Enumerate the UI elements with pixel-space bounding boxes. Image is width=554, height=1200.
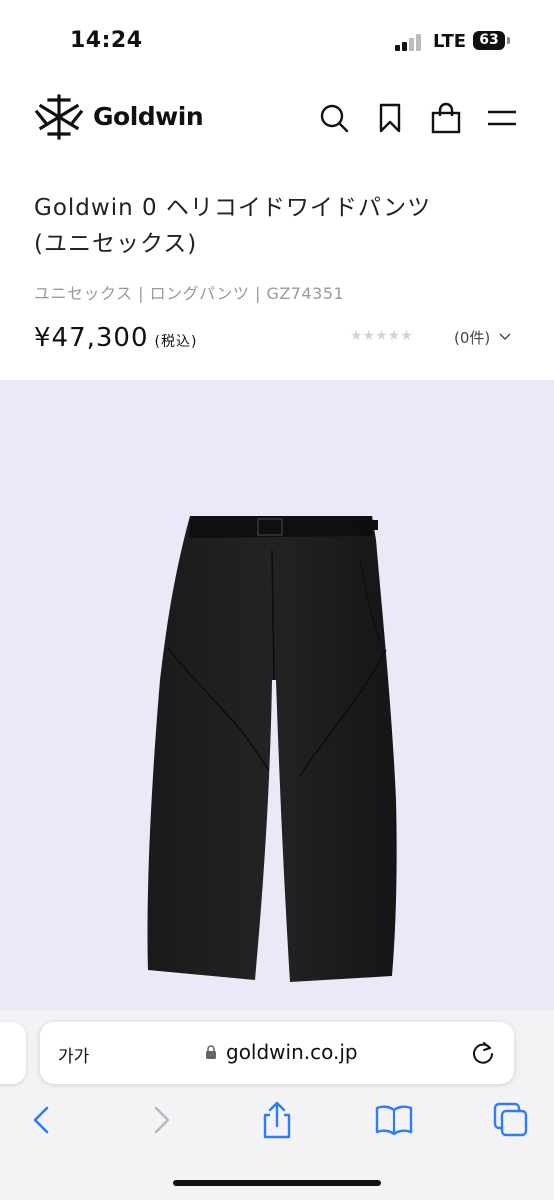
product-title: Goldwin 0 ヘリコイドワイドパンツ (ユニセックス): [34, 190, 524, 262]
previous-tab-peek[interactable]: [0, 1022, 26, 1084]
tax-note: (税込): [154, 334, 198, 350]
goldwin-logo-icon[interactable]: [34, 94, 84, 140]
search-icon[interactable]: [318, 102, 350, 134]
bag-icon[interactable]: [430, 102, 462, 134]
product-title-line2: (ユニセックス): [34, 231, 198, 257]
battery-tip: [507, 37, 510, 44]
brand-name[interactable]: Goldwin: [93, 102, 204, 131]
network-type: LTE: [433, 31, 467, 52]
reload-icon[interactable]: [470, 1040, 496, 1066]
product-price: ¥47,300 (税込): [34, 323, 197, 353]
price-value: ¥47,300: [34, 323, 149, 353]
forward-icon[interactable]: [141, 1100, 181, 1140]
product-breadcrumb[interactable]: ユニセックス | ロングパンツ | GZ74351: [34, 280, 344, 304]
rating-stars: ★★★★★: [350, 328, 413, 344]
menu-icon[interactable]: [486, 102, 518, 134]
product-title-line1: Goldwin 0 ヘリコイドワイドパンツ: [34, 195, 432, 221]
status-time: 14:24: [70, 28, 143, 53]
bookmark-icon[interactable]: [374, 102, 406, 134]
tabs-icon[interactable]: [491, 1100, 531, 1140]
home-indicator: [173, 1180, 381, 1186]
review-count-toggle[interactable]: (0件): [454, 327, 511, 348]
back-icon[interactable]: [22, 1100, 62, 1140]
address-bar[interactable]: 가가 goldwin.co.jp: [40, 1022, 514, 1084]
battery-icon: 63: [473, 31, 505, 50]
url-text[interactable]: goldwin.co.jp: [226, 1040, 358, 1064]
status-bar: 14:24 LTE 63: [0, 0, 554, 80]
bookmarks-icon[interactable]: [374, 1100, 414, 1140]
chevron-down-icon: [499, 333, 511, 340]
text-size-button[interactable]: 가가: [58, 1042, 89, 1067]
lock-icon: [206, 1045, 216, 1059]
share-icon[interactable]: [257, 1100, 297, 1140]
signal-icon: [395, 33, 425, 51]
product-image[interactable]: [0, 380, 554, 1020]
site-header: Goldwin: [0, 88, 554, 148]
pants-image: [147, 516, 397, 982]
review-count: (0件): [454, 329, 491, 347]
